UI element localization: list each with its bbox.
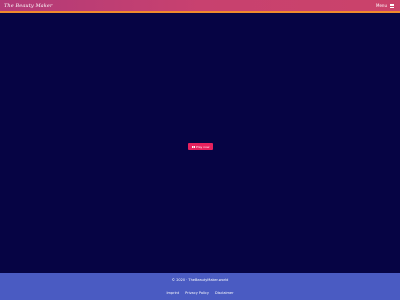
main-content: Play now [0,15,400,273]
youtube-icon [191,145,195,148]
footer-link-privacy-policy[interactable]: Privacy Policy [185,291,209,295]
footer-link-imprint[interactable]: Imprint [166,291,179,295]
copyright-text: © 2020 · TheBeautyMaker.world [171,278,229,282]
site-logo[interactable]: The Beauty Maker [4,3,52,9]
play-button[interactable]: Play now [188,143,213,150]
play-button-label: Play now [196,144,210,149]
site-header: The Beauty Maker Menu [0,0,400,13]
menu-label: Menu [376,3,387,8]
page: The Beauty Maker Menu Play now © 2020 · … [0,0,400,300]
site-footer: © 2020 · TheBeautyMaker.world Imprint Pr… [0,273,400,300]
menu-button[interactable]: Menu [376,3,394,8]
footer-link-disclaimer[interactable]: Disclaimer [215,291,234,295]
hamburger-icon [390,4,394,7]
footer-nav: Imprint Privacy Policy Disclaimer [0,291,400,295]
